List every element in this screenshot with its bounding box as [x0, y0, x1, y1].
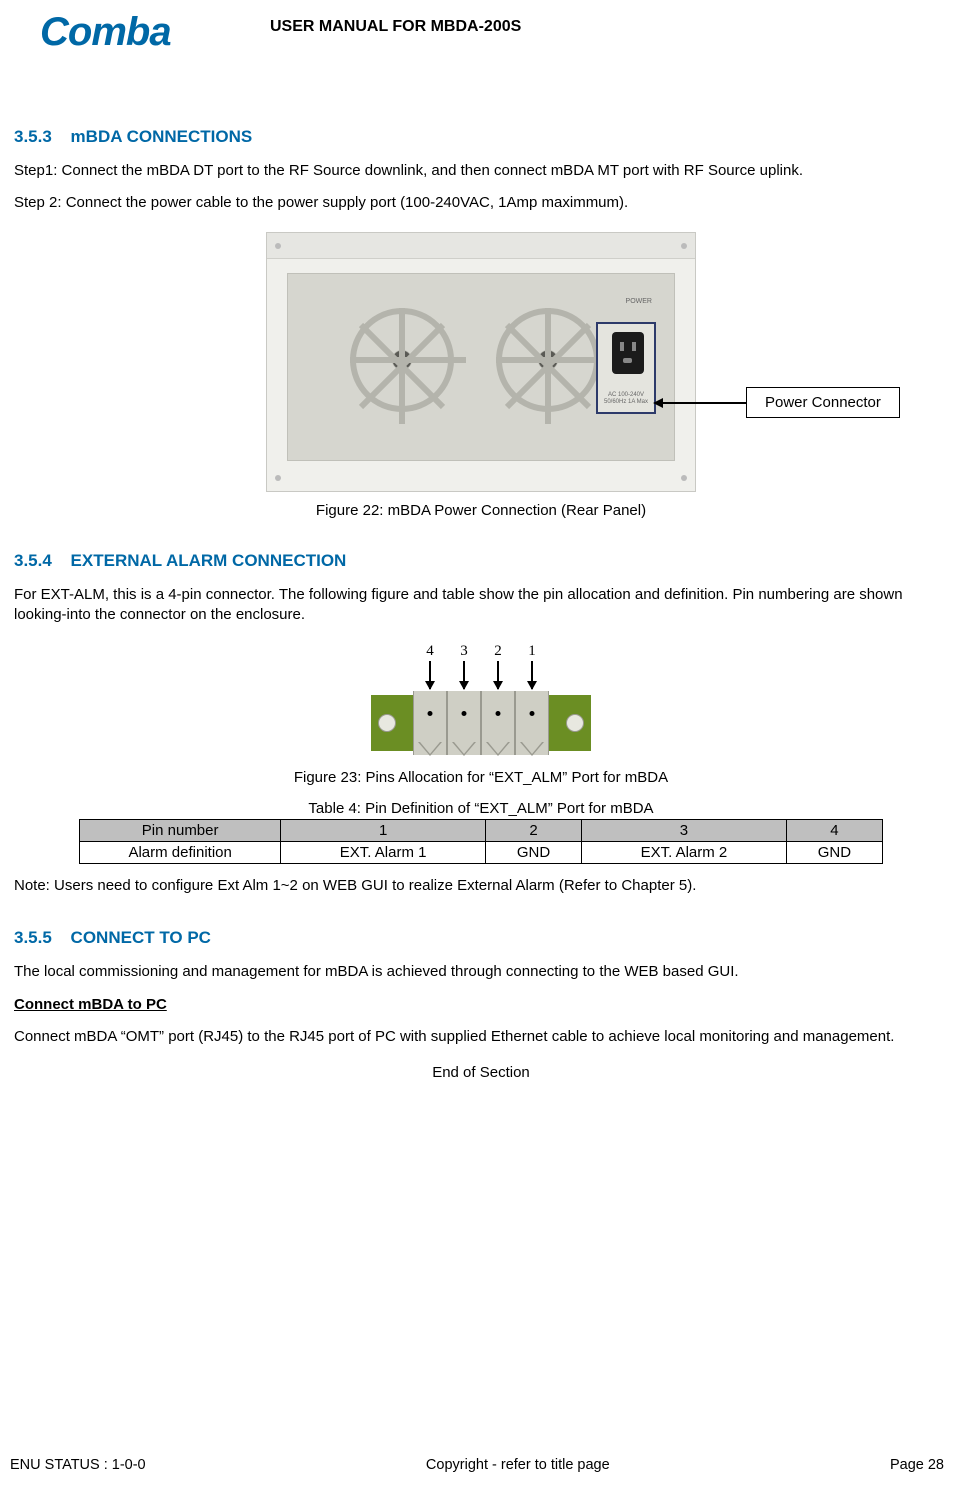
- step1-text: Step1: Connect the mBDA DT port to the R…: [14, 161, 948, 181]
- figure-22: POWER AC 100-240V 50/60Hz 1A Max Power C…: [14, 232, 948, 496]
- table-cell: Pin number: [80, 820, 281, 842]
- callout-label: Power Connector: [746, 387, 900, 418]
- table-cell: GND: [787, 842, 882, 864]
- pins-block: [413, 691, 549, 755]
- end-of-section: End of Section: [14, 1063, 948, 1083]
- pin-num-1: 1: [515, 643, 549, 660]
- heading-title: CONNECT TO PC: [71, 928, 211, 947]
- fan-icon: [496, 308, 600, 412]
- figure-23-caption: Figure 23: Pins Allocation for “EXT_ALM”…: [14, 769, 948, 786]
- table-pin-definition: Pin number 1 2 3 4 Alarm definition EXT.…: [79, 819, 882, 864]
- step2-text: Step 2: Connect the power cable to the p…: [14, 193, 948, 213]
- heading-355: 3.5.5 CONNECT TO PC: [14, 928, 948, 948]
- power-label: POWER: [626, 298, 652, 305]
- figure-23: 4 3 2 1: [14, 643, 948, 763]
- logo-text: Comba: [40, 10, 171, 54]
- heading-354: 3.5.4 EXTERNAL ALARM CONNECTION: [14, 551, 948, 571]
- pin-num-4: 4: [413, 643, 447, 660]
- pin-num-2: 2: [481, 643, 515, 660]
- section-354-note: Note: Users need to configure Ext Alm 1~…: [14, 876, 948, 896]
- pin-num-3: 3: [447, 643, 481, 660]
- page-header: Comba USER MANUAL FOR MBDA-200S: [10, 0, 952, 55]
- callout-arrow-icon: [661, 402, 746, 404]
- footer-left: ENU STATUS : 1-0-0: [10, 1457, 146, 1473]
- power-rating-text: AC 100-240V 50/60Hz 1A Max: [602, 392, 650, 405]
- page-footer: ENU STATUS : 1-0-0 Copyright - refer to …: [10, 1457, 944, 1473]
- fan-icon: [350, 308, 454, 412]
- table-cell: 3: [581, 820, 786, 842]
- figure-22-caption: Figure 22: mBDA Power Connection (Rear P…: [14, 502, 948, 519]
- mount-hole-icon: [378, 714, 396, 732]
- arrow-down-icon: [429, 661, 431, 689]
- table-cell: 4: [787, 820, 882, 842]
- table-4-caption: Table 4: Pin Definition of “EXT_ALM” Por…: [14, 800, 948, 817]
- heading-353: 3.5.3 mBDA CONNECTIONS: [14, 127, 948, 147]
- table-cell: EXT. Alarm 2: [581, 842, 786, 864]
- section-355-para1: The local commissioning and management f…: [14, 962, 948, 982]
- heading-num: 3.5.5: [14, 928, 52, 947]
- heading-num: 3.5.3: [14, 127, 52, 146]
- section-354-para: For EXT-ALM, this is a 4-pin connector. …: [14, 585, 948, 626]
- heading-num: 3.5.4: [14, 551, 52, 570]
- table-cell: GND: [486, 842, 581, 864]
- section-355-subhead: Connect mBDA to PC: [14, 996, 167, 1013]
- arrow-down-icon: [531, 661, 533, 689]
- arrow-down-icon: [497, 661, 499, 689]
- mount-hole-icon: [566, 714, 584, 732]
- table-cell: EXT. Alarm 1: [280, 842, 485, 864]
- arrow-down-icon: [463, 661, 465, 689]
- footer-right: Page 28: [890, 1457, 944, 1473]
- power-connector-area: AC 100-240V 50/60Hz 1A Max: [596, 322, 656, 414]
- table-cell: 2: [486, 820, 581, 842]
- section-355-para2: Connect mBDA “OMT” port (RJ45) to the RJ…: [14, 1027, 948, 1047]
- logo: Comba: [40, 10, 220, 55]
- table-cell: Alarm definition: [80, 842, 281, 864]
- power-plug-icon: [612, 332, 644, 374]
- heading-title: mBDA CONNECTIONS: [71, 127, 253, 146]
- footer-center: Copyright - refer to title page: [426, 1457, 610, 1473]
- table-cell: 1: [280, 820, 485, 842]
- device-rear-panel-illustration: POWER AC 100-240V 50/60Hz 1A Max: [266, 232, 696, 492]
- heading-title: EXTERNAL ALARM CONNECTION: [71, 551, 347, 570]
- doc-title: USER MANUAL FOR MBDA-200S: [270, 18, 521, 36]
